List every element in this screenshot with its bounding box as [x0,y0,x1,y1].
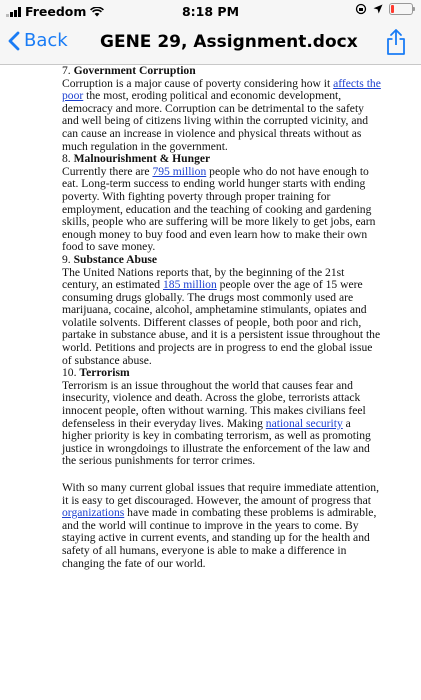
section-number: 9. [62,252,71,266]
battery-level [391,5,394,13]
section-number: 10. [62,366,77,380]
795-million-link[interactable]: 795 million [152,165,206,178]
section-text: people over the age of 15 were consuming… [62,278,381,367]
section-heading: Substance Abuse [73,252,158,266]
conclusion-text: With so many current global issues that … [62,481,379,507]
battery-icon [389,3,415,15]
navigation-bar: Back GENE 29, Assignment.docx [0,22,421,65]
national-security-link[interactable]: national security [266,417,343,430]
section-terrorism: 10. Terrorism Terrorism is an issue thro… [62,366,382,468]
share-button[interactable] [385,28,407,61]
status-icons [355,3,415,15]
orientation-lock-icon [355,3,367,15]
section-text: Currently there are [62,164,153,178]
section-heading: Terrorism [79,366,130,380]
section-text: people who do not have enough to eat. Lo… [62,164,376,254]
organizations-link[interactable]: organizations [62,506,124,519]
share-icon [387,29,405,55]
document-title: GENE 29, Assignment.docx [100,32,358,52]
back-label: Back [24,30,68,51]
section-malnourishment-hunger: 8. Malnourishment & Hunger Currently the… [62,152,382,254]
185-million-link[interactable]: 185 million [163,278,217,291]
section-substance-abuse: 9. Substance Abuse The United Nations re… [62,252,382,367]
section-government-corruption: 7. Government Corruption Corruption is a… [62,64,382,153]
status-bar: Freedom 8:18 PM [0,0,421,22]
section-text: Corruption is a major cause of poverty c… [62,76,334,90]
section-text: the most, eroding political and economic… [62,89,369,153]
conclusion-paragraph: With so many current global issues that … [62,481,382,570]
back-button[interactable]: Back [8,30,68,51]
chevron-left-icon [8,31,20,50]
section-heading: Government Corruption [73,64,196,77]
section-number: 8. [62,152,71,166]
section-heading: Malnourishment & Hunger [73,152,211,166]
document-content: 7. Government Corruption Corruption is a… [62,64,382,570]
section-number: 7. [62,64,71,77]
location-icon [373,4,383,14]
